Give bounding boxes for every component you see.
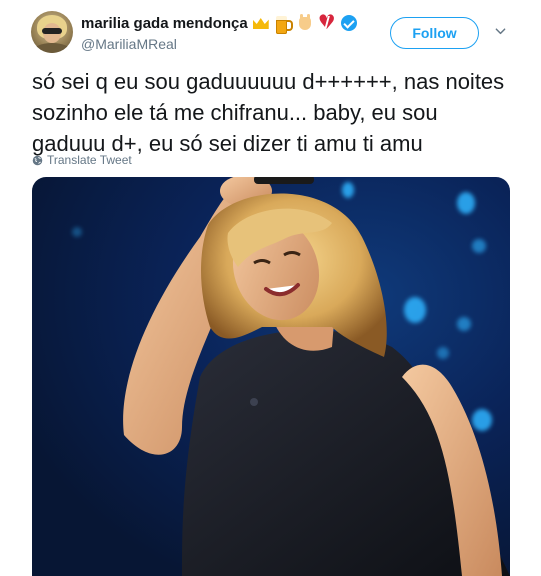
avatar-shoulders (33, 43, 71, 53)
verified-badge-icon (340, 15, 357, 31)
display-name[interactable]: marilia gada mendonça (81, 15, 248, 32)
tweet-text: só sei q eu sou gaduuuuuu d++++++, nas n… (32, 69, 505, 156)
translate-tweet-label[interactable]: Translate Tweet (47, 153, 132, 167)
tweet-card: marilia gada mendonça @MariliaMReal Foll… (0, 0, 541, 576)
name-row[interactable]: marilia gada mendonça (81, 11, 357, 34)
avatar-glasses (42, 28, 62, 34)
rock-hand-emoji-icon (296, 14, 314, 32)
beer-emoji-icon (274, 14, 293, 34)
broken-heart-emoji-icon (318, 11, 336, 33)
tweet-photo[interactable] (32, 177, 510, 576)
globe-icon (32, 155, 43, 165)
user-handle[interactable]: @MariliaMReal (81, 36, 177, 52)
chevron-down-icon[interactable] (495, 26, 506, 37)
performer-illustration (123, 177, 510, 576)
crown-emoji-icon (252, 14, 270, 32)
translate-tweet-link[interactable]: Translate Tweet (32, 153, 132, 167)
follow-button[interactable]: Follow (390, 17, 479, 49)
avatar[interactable] (31, 11, 73, 53)
